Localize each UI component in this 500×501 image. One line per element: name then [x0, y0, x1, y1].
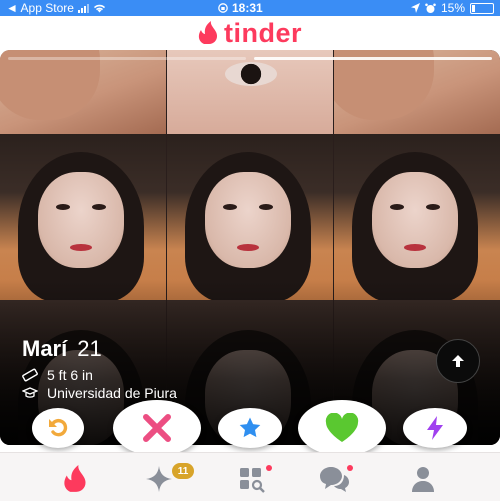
- status-left: ◄ App Store: [6, 1, 106, 15]
- photo-tile: [334, 50, 500, 134]
- tinder-flame-logo-icon: [198, 21, 218, 44]
- status-center: 18:31: [218, 1, 263, 15]
- photo-progress-1: [8, 57, 246, 60]
- signal-icon: [77, 3, 89, 13]
- photo-tile: [0, 50, 166, 134]
- messages-notification-dot: [347, 465, 353, 471]
- battery-percent: 15%: [440, 1, 465, 15]
- boost-button[interactable]: [403, 408, 467, 448]
- location-icon: [410, 3, 420, 13]
- profile-name: Marí: [22, 336, 68, 361]
- profile-height: 5 ft 6 in: [47, 367, 93, 383]
- profile-school-row: Universidad de Piura: [22, 385, 177, 401]
- lightning-icon: [427, 416, 443, 440]
- profile-icon: [412, 467, 434, 492]
- graduation-cap-icon: [22, 387, 38, 398]
- screen-lock-icon: [218, 3, 228, 13]
- grid-icon: [240, 468, 265, 493]
- chat-icon: [320, 467, 349, 492]
- heart-icon: [325, 413, 359, 442]
- profile-name-row: Marí 21: [22, 336, 102, 362]
- bottom-nav: 11: [0, 452, 500, 501]
- back-to-app-store[interactable]: ◄ App Store: [6, 1, 74, 15]
- star-icon: [239, 417, 261, 438]
- profile-age: 21: [77, 336, 102, 361]
- super-like-button[interactable]: [218, 408, 282, 448]
- open-profile-button[interactable]: [436, 339, 480, 383]
- arrow-up-icon: [452, 355, 464, 367]
- battery-icon: [470, 2, 494, 14]
- photo-tile: [167, 50, 333, 134]
- nav-discover[interactable]: [55, 461, 95, 497]
- photo-tile: [0, 134, 166, 300]
- sparkle-icon: [146, 466, 172, 492]
- profile-school: Universidad de Piura: [47, 385, 177, 401]
- status-right: 15%: [410, 1, 494, 15]
- ruler-icon: [22, 368, 38, 382]
- like-button[interactable]: [298, 400, 386, 456]
- app-header: tinder: [0, 16, 500, 50]
- flame-icon: [64, 465, 86, 492]
- top-picks-badge: 11: [172, 463, 194, 479]
- wifi-icon: [93, 4, 105, 13]
- rewind-button[interactable]: [32, 408, 84, 448]
- status-bar: ◄ App Store 18:31 15%: [0, 0, 500, 16]
- nope-button[interactable]: [113, 400, 201, 456]
- photo-tile: [167, 134, 333, 300]
- rewind-icon: [49, 418, 68, 437]
- tinder-logo-text: tinder: [223, 17, 302, 48]
- nav-profile[interactable]: [403, 461, 443, 497]
- alarm-icon: [425, 3, 436, 13]
- profile-card[interactable]: Marí 21 5 ft 6 in Universidad de Piura: [0, 50, 500, 445]
- photo-progress-2: [254, 57, 492, 60]
- explore-notification-dot: [266, 465, 272, 471]
- status-time: 18:31: [232, 1, 263, 15]
- profile-height-row: 5 ft 6 in: [22, 367, 93, 383]
- photo-tile: [334, 134, 500, 300]
- x-icon: [143, 414, 171, 442]
